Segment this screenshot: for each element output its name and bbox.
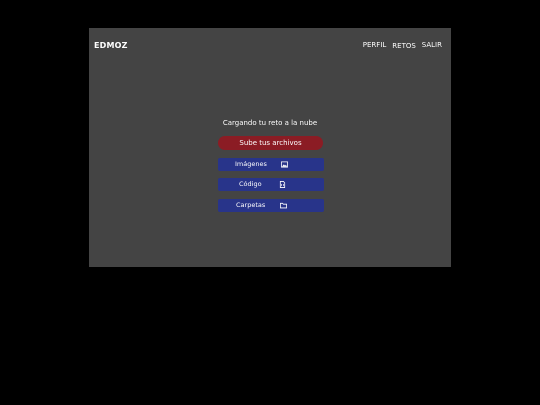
brand-logo[interactable]: EDMOZ [94,41,128,50]
nav-links: PERFIL RETOS SALIR [363,41,442,50]
upload-status-text: Cargando tu reto a la nube [222,119,318,127]
nav-link-salir[interactable]: SALIR [422,41,442,49]
top-nav: EDMOZ PERFIL RETOS SALIR [89,28,451,62]
folder-icon [280,202,287,209]
upload-folders-button[interactable]: Carpetas [218,199,324,212]
app-window: EDMOZ PERFIL RETOS SALIR Cargando tu ret… [89,28,451,267]
upload-code-button[interactable]: Código [218,178,324,191]
upload-images-label: Imágenes [235,160,267,168]
image-icon [281,161,288,168]
nav-link-retos[interactable]: RETOS [392,42,416,50]
nav-link-perfil[interactable]: PERFIL [363,41,387,49]
upload-folders-label: Carpetas [236,201,266,209]
file-code-icon [279,181,286,188]
upload-files-button[interactable]: Sube tus archivos [218,136,323,150]
upload-images-button[interactable]: Imágenes [218,158,324,171]
upload-code-label: Código [239,180,262,188]
